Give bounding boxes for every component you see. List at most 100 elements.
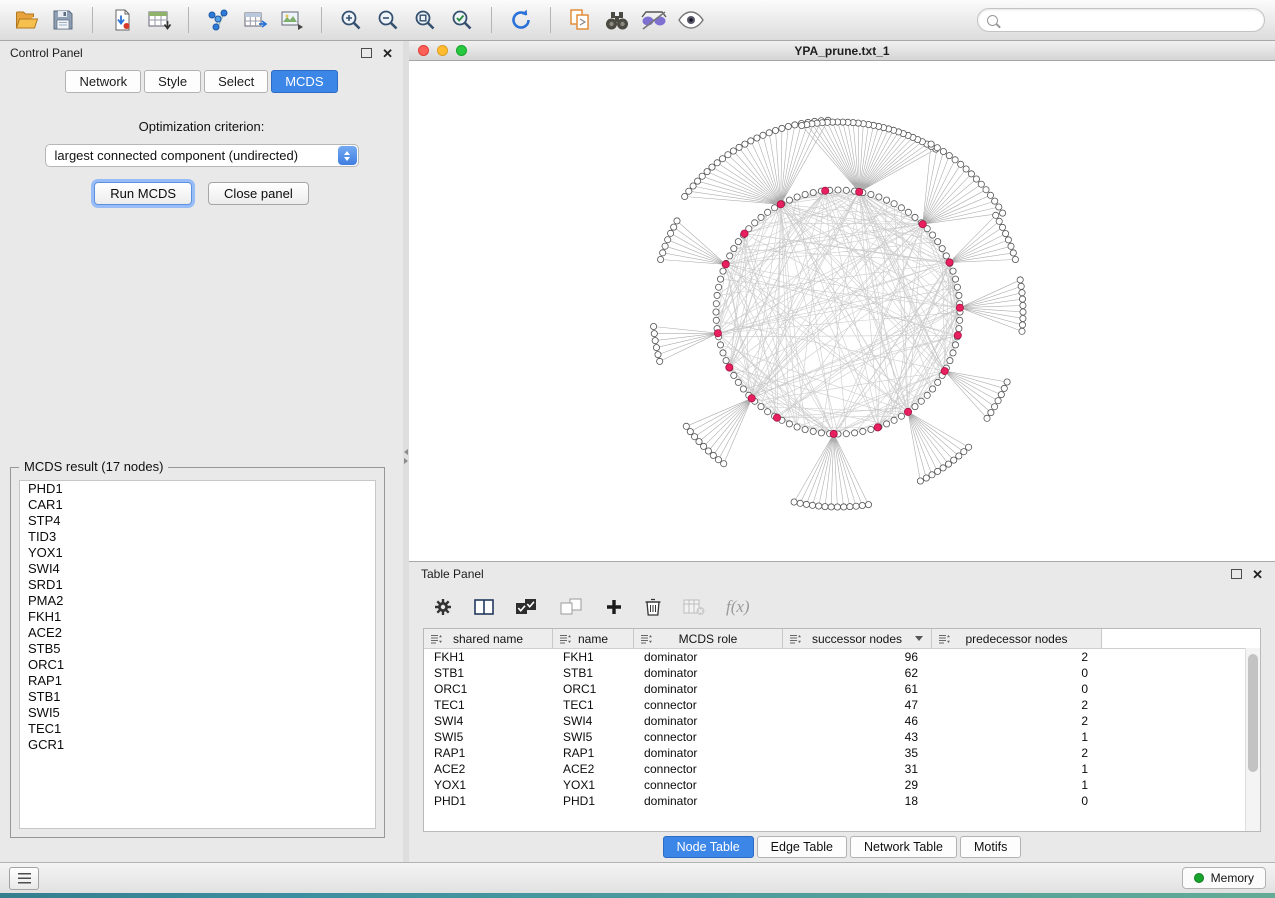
table-row[interactable]: RAP1 RAP1 dominator 35 2 [424,745,1260,761]
search-binoculars-icon[interactable] [601,4,633,36]
sort-caret-icon[interactable] [915,636,923,641]
mcds-result-list[interactable]: PHD1 CAR1 STP4 TID3 YOX1 SWI4 SRD1 PMA2 [19,480,376,829]
table-row[interactable]: FKH1 FKH1 dominator 96 2 [424,649,1260,665]
tab-edge-table[interactable]: Edge Table [757,836,847,858]
tab-select[interactable]: Select [204,70,268,93]
clone-network-icon[interactable] [564,4,596,36]
cell-name: SWI5 [553,730,634,744]
mcds-result-item[interactable]: TID3 [20,529,375,545]
column-header-name[interactable]: name [553,629,634,648]
status-menu-button[interactable] [9,867,39,890]
table-row[interactable]: SWI5 SWI5 connector 43 1 [424,729,1260,745]
window-close-button[interactable] [418,45,429,56]
tab-style[interactable]: Style [144,70,201,93]
import-file-icon[interactable] [106,4,138,36]
eye-icon[interactable] [675,4,707,36]
select-all-icon[interactable] [515,598,539,617]
table-row[interactable]: STB1 STB1 dominator 62 0 [424,665,1260,681]
deselect-all-icon[interactable] [560,598,584,617]
network-graph[interactable] [409,61,1275,561]
window-minimize-button[interactable] [437,45,448,56]
mcds-result-item[interactable]: SWI4 [20,561,375,577]
show-columns-icon[interactable] [474,598,494,616]
mcds-result-item[interactable]: STP4 [20,513,375,529]
mcds-result-title: MCDS result (17 nodes) [19,459,168,474]
mcds-result-item[interactable]: FKH1 [20,609,375,625]
zoom-in-icon[interactable] [335,4,367,36]
mcds-result-item[interactable]: STB5 [20,641,375,657]
mcds-result-item[interactable]: SRD1 [20,577,375,593]
cell-shared-name: FKH1 [424,650,553,664]
float-panel-icon[interactable] [361,48,372,58]
table-row[interactable]: ORC1 ORC1 dominator 61 0 [424,681,1260,697]
tab-node-table[interactable]: Node Table [663,836,754,858]
zoom-fit-icon[interactable] [409,4,441,36]
export-image-icon[interactable] [276,4,308,36]
column-header-predecessor-nodes[interactable]: predecessor nodes [932,629,1102,648]
add-icon[interactable] [605,598,623,616]
mcds-result-item[interactable]: TEC1 [20,721,375,737]
tab-motifs[interactable]: Motifs [960,836,1021,858]
import-table-icon[interactable] [143,4,175,36]
table-row[interactable]: ACE2 ACE2 connector 31 1 [424,761,1260,777]
cell-shared-name: PHD1 [424,794,553,808]
table-row[interactable]: SWI4 SWI4 dominator 46 2 [424,713,1260,729]
memory-button[interactable]: Memory [1182,867,1266,889]
cell-shared-name: STB1 [424,666,553,680]
mcds-result-item[interactable]: STB1 [20,689,375,705]
settings-gear-icon[interactable] [433,597,453,617]
mcds-result-item[interactable]: YOX1 [20,545,375,561]
zoom-out-icon[interactable] [372,4,404,36]
cell-predecessor-nodes: 2 [932,714,1102,728]
close-panel-button[interactable]: Close panel [208,182,309,205]
cell-name: STB1 [553,666,634,680]
tab-network-table[interactable]: Network Table [850,836,957,858]
criterion-selected-value: largest connected component (undirected) [55,148,299,163]
cell-name: ORC1 [553,682,634,696]
cell-predecessor-nodes: 2 [932,746,1102,760]
mcds-result-item[interactable]: SWI5 [20,705,375,721]
mcds-result-item[interactable]: GCR1 [20,737,375,753]
mcds-result-item[interactable]: ACE2 [20,625,375,641]
cell-mcds-role: connector [634,698,783,712]
toolbar-separator [321,7,322,33]
mcds-result-group: MCDS result (17 nodes) PHD1 CAR1 STP4 TI… [10,467,385,838]
table-row[interactable]: PHD1 PHD1 dominator 18 0 [424,793,1260,809]
search-input[interactable] [1005,12,1255,28]
mcds-result-item[interactable]: ORC1 [20,657,375,673]
column-header-shared-name[interactable]: shared name [424,629,553,648]
table-scrollbar[interactable] [1245,648,1260,831]
close-panel-icon[interactable]: ✕ [382,47,393,60]
column-header-successor-nodes[interactable]: successor nodes [783,629,932,648]
graphics-details-icon[interactable] [638,4,670,36]
column-header-mcds-role[interactable]: MCDS role [634,629,783,648]
zoom-selected-icon[interactable] [446,4,478,36]
table-panel-title: Table Panel [421,567,484,581]
delete-trash-icon[interactable] [644,597,662,617]
table-row[interactable]: YOX1 YOX1 connector 29 1 [424,777,1260,793]
network-canvas[interactable] [409,61,1275,561]
scrollbar-thumb[interactable] [1248,654,1258,772]
table-toolbar: f(x) [409,586,1275,628]
column-sort-icon [938,633,950,647]
close-table-panel-icon[interactable]: ✕ [1252,568,1263,581]
tab-network[interactable]: Network [65,70,141,93]
tab-mcds[interactable]: MCDS [271,70,337,93]
mcds-result-item[interactable]: RAP1 [20,673,375,689]
cell-name: SWI4 [553,714,634,728]
mcds-result-item[interactable]: PHD1 [20,481,375,497]
criterion-select[interactable]: largest connected component (undirected) [45,144,359,167]
float-table-panel-icon[interactable] [1231,569,1242,579]
memory-label: Memory [1211,871,1254,885]
table-row[interactable]: TEC1 TEC1 connector 47 2 [424,697,1260,713]
run-mcds-button[interactable]: Run MCDS [94,182,192,205]
mcds-result-item[interactable]: PMA2 [20,593,375,609]
cell-shared-name: ORC1 [424,682,553,696]
window-zoom-button[interactable] [456,45,467,56]
mcds-result-item[interactable]: CAR1 [20,497,375,513]
open-file-icon[interactable] [10,4,42,36]
new-network-icon[interactable] [202,4,234,36]
save-icon[interactable] [47,4,79,36]
import-network-table-icon[interactable] [239,4,271,36]
refresh-icon[interactable] [505,4,537,36]
